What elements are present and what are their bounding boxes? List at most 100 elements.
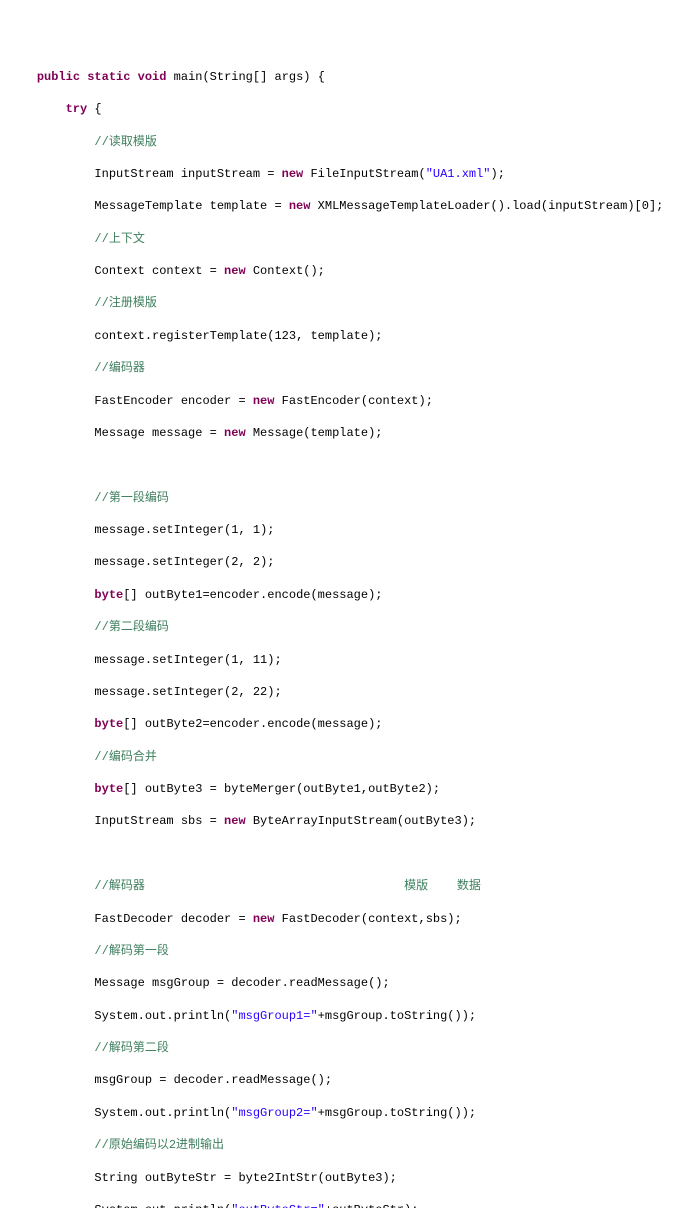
code-line: //编码合并 bbox=[8, 749, 692, 765]
text: , bbox=[238, 523, 252, 537]
text: XMLMessageTemplateLoader().load(inputStr… bbox=[310, 199, 641, 213]
number: 0 bbox=[642, 199, 649, 213]
comment: //编码器 bbox=[94, 361, 144, 375]
keyword: new bbox=[289, 199, 311, 213]
keyword: void bbox=[138, 70, 167, 84]
code-line: Message msgGroup = decoder.readMessage()… bbox=[8, 975, 692, 991]
string: "outByteStr=" bbox=[231, 1203, 325, 1208]
code-line: Context context = new Context(); bbox=[8, 263, 692, 279]
code-line: //第二段编码 bbox=[8, 619, 692, 635]
code-line bbox=[8, 457, 692, 473]
text: String outByteStr = byte2IntStr(outByte3… bbox=[94, 1171, 396, 1185]
keyword: try bbox=[66, 102, 88, 116]
keyword: byte bbox=[94, 717, 123, 731]
text: [] outByte1=encoder.encode(message); bbox=[123, 588, 382, 602]
code-line: //上下文 bbox=[8, 231, 692, 247]
text: , template); bbox=[296, 329, 382, 343]
code-line: //解码第二段 bbox=[8, 1040, 692, 1056]
code-line: System.out.println("msgGroup1="+msgGroup… bbox=[8, 1008, 692, 1024]
keyword: new bbox=[224, 426, 246, 440]
text: +msgGroup.toString()); bbox=[318, 1009, 476, 1023]
text: [] outByte3 = byteMerger(outByte1,outByt… bbox=[123, 782, 440, 796]
code-line: context.registerTemplate(123, template); bbox=[8, 328, 692, 344]
string: "msgGroup2=" bbox=[231, 1106, 317, 1120]
number: 22 bbox=[253, 685, 267, 699]
text: { bbox=[87, 102, 101, 116]
text: MessageTemplate template = bbox=[94, 199, 288, 213]
code-line: System.out.println("outByteStr="+outByte… bbox=[8, 1202, 692, 1208]
number: 2 bbox=[253, 555, 260, 569]
text: FastDecoder decoder = bbox=[94, 912, 252, 926]
text: Context context = bbox=[94, 264, 224, 278]
text: ]; bbox=[649, 199, 663, 213]
code-line: message.setInteger(2, 22); bbox=[8, 684, 692, 700]
text: FileInputStream( bbox=[303, 167, 425, 181]
string: "msgGroup1=" bbox=[231, 1009, 317, 1023]
code-line: //编码器 bbox=[8, 360, 692, 376]
text: context.registerTemplate( bbox=[94, 329, 274, 343]
text: +msgGroup.toString()); bbox=[318, 1106, 476, 1120]
code-line: msgGroup = decoder.readMessage(); bbox=[8, 1072, 692, 1088]
code-line: //解码器 模版 数据 bbox=[8, 878, 692, 894]
text: , bbox=[238, 555, 252, 569]
comment: //读取模版 bbox=[94, 135, 156, 149]
code-line: //解码第一段 bbox=[8, 943, 692, 959]
comment: //第二段编码 bbox=[94, 620, 168, 634]
keyword: byte bbox=[94, 588, 123, 602]
code-line: String outByteStr = byte2IntStr(outByte3… bbox=[8, 1170, 692, 1186]
text: message.setInteger( bbox=[94, 523, 231, 537]
keyword: static bbox=[87, 70, 130, 84]
code-line: byte[] outByte3 = byteMerger(outByte1,ou… bbox=[8, 781, 692, 797]
text: System.out.println( bbox=[94, 1106, 231, 1120]
text: msgGroup = decoder.readMessage(); bbox=[94, 1073, 332, 1087]
code-line bbox=[8, 846, 692, 862]
code-line: //第一段编码 bbox=[8, 490, 692, 506]
code-line: message.setInteger(1, 1); bbox=[8, 522, 692, 538]
keyword: new bbox=[253, 912, 275, 926]
code-line: byte[] outByte1=encoder.encode(message); bbox=[8, 587, 692, 603]
comment: //原始编码以2进制输出 bbox=[94, 1138, 224, 1152]
code-line: FastDecoder decoder = new FastDecoder(co… bbox=[8, 911, 692, 927]
number: 2 bbox=[231, 685, 238, 699]
number: 1 bbox=[253, 523, 260, 537]
comment: //第一段编码 bbox=[94, 491, 168, 505]
text: ); bbox=[267, 653, 281, 667]
number: 1 bbox=[231, 653, 238, 667]
text: ); bbox=[491, 167, 505, 181]
text: InputStream sbs = bbox=[94, 814, 224, 828]
text: ByteArrayInputStream(outByte3); bbox=[246, 814, 476, 828]
code-line: message.setInteger(1, 11); bbox=[8, 652, 692, 668]
number: 123 bbox=[274, 329, 296, 343]
text: Message(template); bbox=[246, 426, 383, 440]
code-line: public static void main(String[] args) { bbox=[8, 69, 692, 85]
comment: //解码器 模版 数据 bbox=[94, 879, 480, 893]
comment: //上下文 bbox=[94, 232, 144, 246]
text: Message msgGroup = decoder.readMessage()… bbox=[94, 976, 389, 990]
text: main(String[] args) { bbox=[166, 70, 324, 84]
text: ); bbox=[260, 555, 274, 569]
code-line: Message message = new Message(template); bbox=[8, 425, 692, 441]
comment: //解码第一段 bbox=[94, 944, 168, 958]
comment: //注册模版 bbox=[94, 296, 156, 310]
keyword: public bbox=[37, 70, 80, 84]
text: , bbox=[238, 685, 252, 699]
keyword: new bbox=[253, 394, 275, 408]
comment: //解码第二段 bbox=[94, 1041, 168, 1055]
text: message.setInteger( bbox=[94, 685, 231, 699]
keyword: new bbox=[224, 814, 246, 828]
keyword: new bbox=[224, 264, 246, 278]
text: System.out.println( bbox=[94, 1009, 231, 1023]
number: 11 bbox=[253, 653, 267, 667]
code-line: MessageTemplate template = new XMLMessag… bbox=[8, 198, 692, 214]
text: InputStream inputStream = bbox=[94, 167, 281, 181]
code-line: //注册模版 bbox=[8, 295, 692, 311]
text: System.out.println( bbox=[94, 1203, 231, 1208]
text: ); bbox=[267, 685, 281, 699]
keyword: byte bbox=[94, 782, 123, 796]
comment: //编码合并 bbox=[94, 750, 156, 764]
text: FastDecoder(context,sbs); bbox=[274, 912, 461, 926]
text: Context(); bbox=[246, 264, 325, 278]
text: Message message = bbox=[94, 426, 224, 440]
text: message.setInteger( bbox=[94, 555, 231, 569]
code-line: message.setInteger(2, 2); bbox=[8, 554, 692, 570]
